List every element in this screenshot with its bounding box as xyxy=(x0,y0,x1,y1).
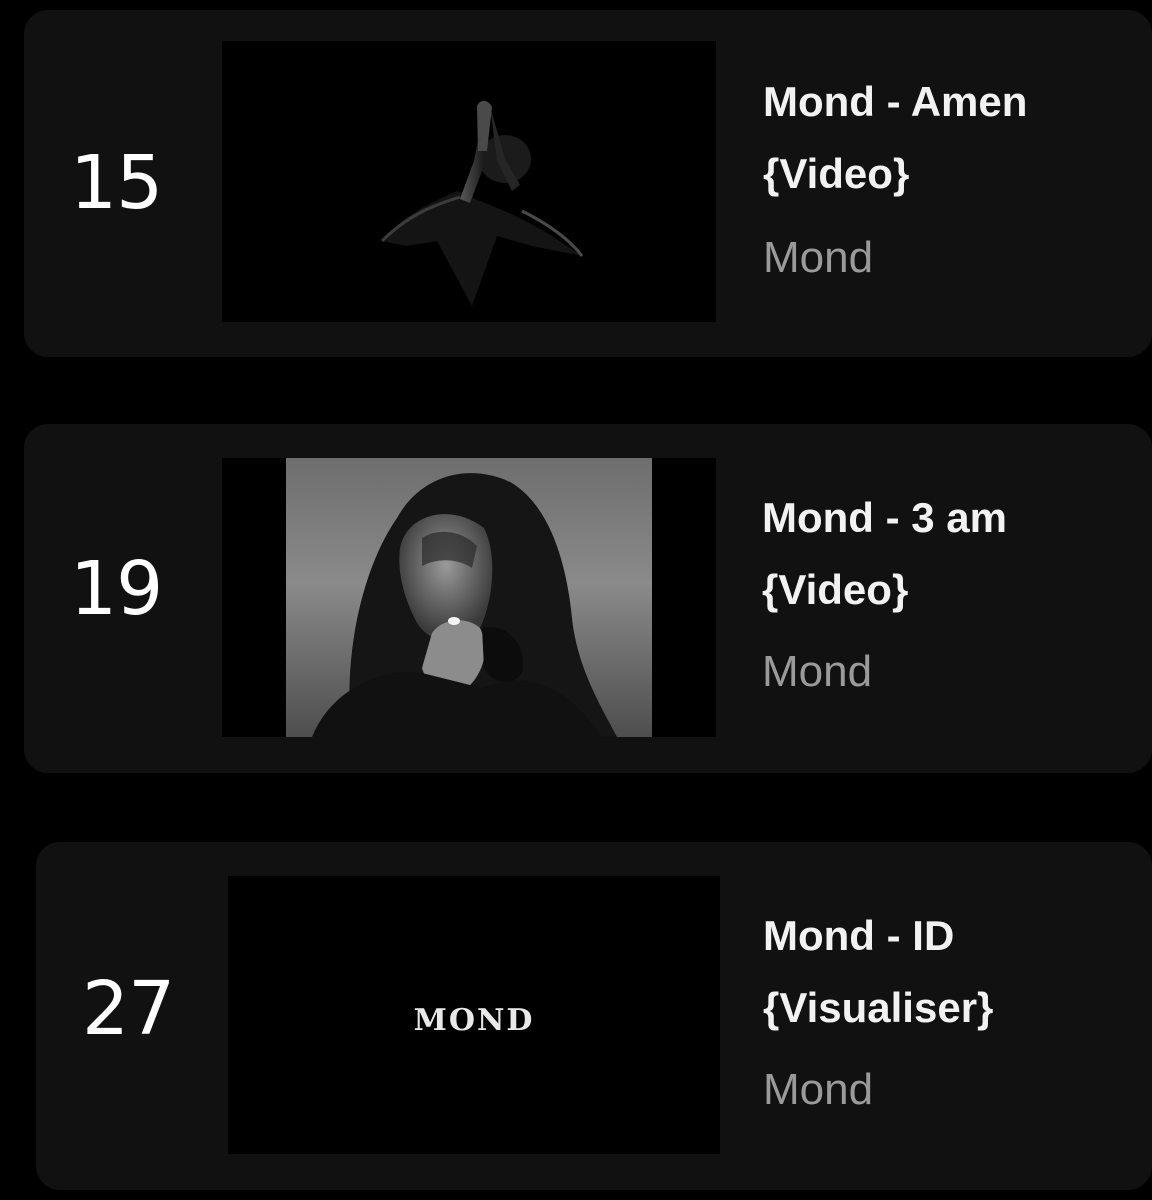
gothic-logo: MOND xyxy=(414,1003,535,1038)
track-title: Mond - Amen {Video} xyxy=(763,66,1123,210)
gothic-logo-thumbnail: MOND xyxy=(228,876,720,1154)
track-title-line2: {Video} xyxy=(762,566,909,613)
chart-entry-19[interactable]: 19 Mond - 3 am {Video} Mond xyxy=(24,424,1152,773)
track-title: Mond - ID {Visualiser} xyxy=(763,900,1123,1044)
chart-list: 15 Mond - Amen {Video} Mond 19 Mond - 3 … xyxy=(0,0,1152,1200)
track-title-line1: Mond - 3 am xyxy=(762,494,1008,541)
artist-name[interactable]: Mond xyxy=(762,650,872,694)
chart-entry-15[interactable]: 15 Mond - Amen {Video} Mond xyxy=(24,10,1152,357)
video-thumbnail[interactable] xyxy=(222,458,716,737)
video-thumbnail[interactable]: MOND xyxy=(228,876,720,1154)
hooded-person-smoking-thumbnail xyxy=(222,458,716,737)
rank-number: 15 xyxy=(70,140,163,226)
chart-entry-27[interactable]: 27 MOND Mond - ID {Visualiser} Mond xyxy=(36,842,1152,1190)
track-title: Mond - 3 am {Video} xyxy=(762,482,1122,626)
video-thumbnail[interactable] xyxy=(222,41,716,322)
track-title-line1: Mond - Amen xyxy=(763,78,1028,125)
artist-name[interactable]: Mond xyxy=(763,236,873,280)
praying-hands-silhouette-thumbnail xyxy=(222,41,716,322)
track-title-line1: Mond - ID xyxy=(763,912,955,959)
artist-name[interactable]: Mond xyxy=(763,1068,873,1112)
rank-number: 19 xyxy=(70,546,163,632)
track-title-line2: {Visualiser} xyxy=(763,984,994,1031)
track-title-line2: {Video} xyxy=(763,150,910,197)
rank-number: 27 xyxy=(82,966,175,1052)
